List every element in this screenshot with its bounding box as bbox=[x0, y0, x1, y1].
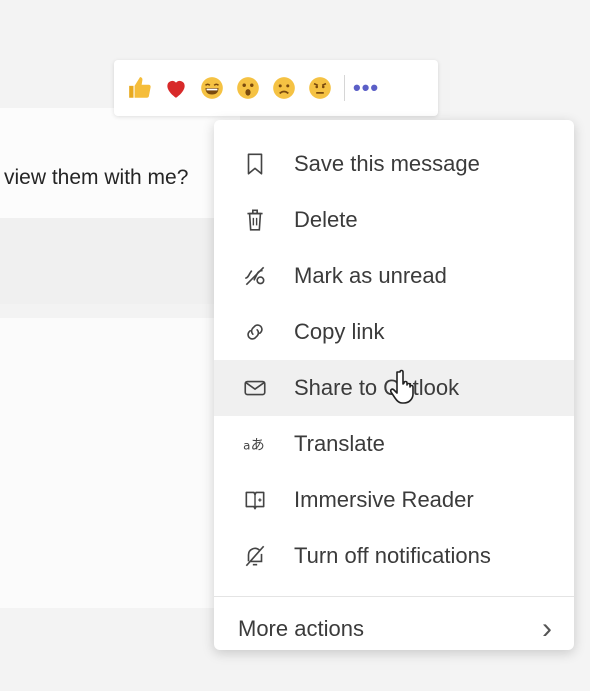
mail-icon bbox=[238, 371, 272, 405]
menu-item-mark-unread[interactable]: Mark as unread bbox=[214, 248, 574, 304]
reaction-heart[interactable] bbox=[162, 74, 190, 102]
reaction-laugh[interactable] bbox=[198, 74, 226, 102]
menu-item-delete[interactable]: Delete bbox=[214, 192, 574, 248]
angry-icon bbox=[309, 77, 331, 99]
divider bbox=[344, 75, 345, 101]
menu-item-save-message[interactable]: Save this message bbox=[214, 136, 574, 192]
menu-item-label: Turn off notifications bbox=[294, 543, 491, 568]
heart-icon bbox=[167, 80, 185, 98]
menu-item-label: Delete bbox=[294, 207, 358, 232]
menu-item-immersive-reader[interactable]: Immersive Reader bbox=[214, 472, 574, 528]
menu-item-label: Immersive Reader bbox=[294, 487, 474, 512]
svg-text:あ: あ bbox=[251, 437, 265, 453]
thumbs-up-icon bbox=[129, 77, 151, 98]
link-icon bbox=[238, 315, 272, 349]
reaction-like[interactable] bbox=[126, 74, 154, 102]
menu-item-translate[interactable]: aあ Translate bbox=[214, 416, 574, 472]
message-row bbox=[0, 218, 240, 304]
menu-item-label: Save this message bbox=[294, 151, 480, 176]
menu-item-label: Share to Outlook bbox=[294, 375, 460, 400]
bell-off-icon bbox=[238, 539, 272, 573]
menu-item-more-actions[interactable]: More actions › bbox=[214, 597, 574, 661]
bookmark-icon bbox=[238, 147, 272, 181]
menu-item-label: Copy link bbox=[294, 319, 385, 344]
reaction-sad[interactable] bbox=[270, 74, 298, 102]
svg-text:a: a bbox=[243, 438, 250, 452]
menu-item-copy-link[interactable]: Copy link bbox=[214, 304, 574, 360]
menu-item-turn-off-notifications[interactable]: Turn off notifications bbox=[214, 528, 574, 584]
chevron-right-icon: › bbox=[542, 612, 552, 645]
reaction-angry[interactable] bbox=[306, 74, 334, 102]
surprised-icon bbox=[237, 77, 259, 99]
reaction-bar: ••• bbox=[114, 60, 438, 116]
trash-icon bbox=[238, 203, 272, 237]
immersive-reader-icon bbox=[238, 483, 272, 517]
more-options-button[interactable]: ••• bbox=[353, 77, 379, 99]
menu-item-label: Mark as unread bbox=[294, 263, 447, 288]
hand-cursor-icon bbox=[390, 369, 414, 404]
menu-item-label: More actions bbox=[238, 616, 364, 641]
translate-icon: aあ bbox=[238, 427, 272, 461]
message-row bbox=[0, 108, 240, 218]
message-text: view them with me? bbox=[4, 166, 189, 189]
laugh-icon bbox=[201, 77, 223, 99]
unread-icon bbox=[238, 259, 272, 293]
message-row bbox=[0, 318, 240, 608]
sad-icon bbox=[273, 77, 295, 99]
reaction-surprised[interactable] bbox=[234, 74, 262, 102]
menu-item-label: Translate bbox=[294, 431, 385, 456]
